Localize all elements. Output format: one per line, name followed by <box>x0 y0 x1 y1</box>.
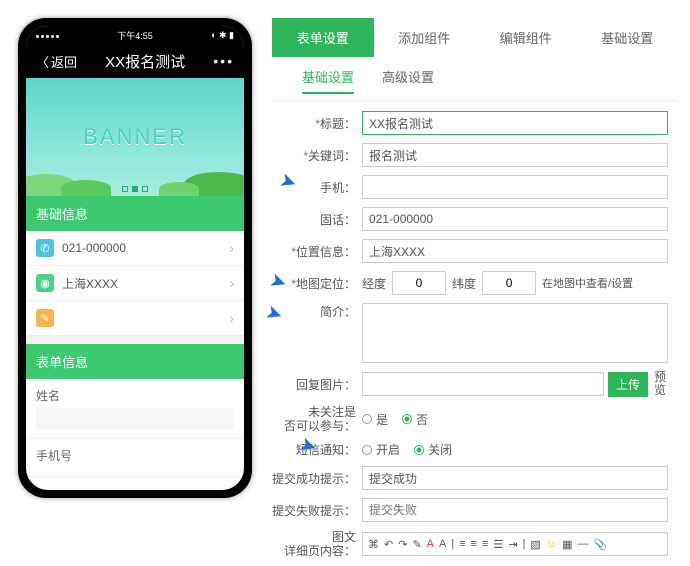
emoji-icon[interactable]: ☺ <box>546 538 557 550</box>
status-bar: 下午4:55 ◐ ✱ ▮ <box>26 26 244 44</box>
chevron-left-icon: 〈 <box>36 52 49 71</box>
longitude-input[interactable] <box>392 271 446 295</box>
banner[interactable]: BANNER <box>26 78 244 196</box>
reply-image-input[interactable] <box>362 372 604 396</box>
pencil-icon: ✎ <box>36 309 54 327</box>
attach-icon[interactable]: 📎 <box>593 538 607 551</box>
settings-panel: 表单设置 添加组件 编辑组件 基础设置 基础设置 高级设置 ➤ ➤ ➤ ➤ *标… <box>272 18 678 566</box>
chevron-right-icon: › <box>229 310 234 326</box>
mobile-input[interactable] <box>362 175 668 199</box>
redo-icon[interactable]: ↷ <box>398 538 407 551</box>
radio-sms-on[interactable]: 开启 <box>362 441 400 458</box>
nav-bar: 〈返回 XX报名测试 ••• <box>26 44 244 78</box>
keyword-input[interactable] <box>362 143 668 167</box>
subtab-advanced[interactable]: 高级设置 <box>382 67 434 94</box>
phone-frame: 下午4:55 ◐ ✱ ▮ 〈返回 XX报名测试 ••• BANNER 基础信息 … <box>18 18 252 498</box>
tab-add-component[interactable]: 添加组件 <box>374 18 476 57</box>
status-time: 下午4:55 <box>117 29 153 42</box>
info-row-phone[interactable]: ✆ 021-000000 › <box>26 231 244 266</box>
form-field-name: 姓名 <box>26 379 244 439</box>
info-row-edit[interactable]: ✎ › <box>26 301 244 336</box>
map-link[interactable]: 在地图中查看/设置 <box>542 275 633 291</box>
chevron-right-icon: › <box>229 240 234 256</box>
image-icon[interactable]: ▧ <box>530 538 540 551</box>
title-input[interactable] <box>362 111 668 135</box>
back-button[interactable]: 〈返回 <box>36 52 77 71</box>
font-color-icon[interactable]: A <box>427 538 434 550</box>
preview-link[interactable]: 预览 <box>654 371 668 397</box>
undo-icon[interactable]: ↶ <box>384 538 393 551</box>
pin-icon: ◉ <box>36 274 54 292</box>
format-icon[interactable]: ✎ <box>412 538 421 551</box>
font-size-icon[interactable]: A <box>439 538 446 550</box>
phone-screen: 下午4:55 ◐ ✱ ▮ 〈返回 XX报名测试 ••• BANNER 基础信息 … <box>26 26 244 490</box>
tel-input[interactable] <box>362 207 668 231</box>
form-field-mobile: 手机号 <box>26 439 244 477</box>
status-icons: ◐ ✱ ▮ <box>211 30 234 41</box>
chevron-right-icon: › <box>229 275 234 291</box>
banner-text: BANNER <box>83 124 187 150</box>
subtab-basic[interactable]: 基础设置 <box>302 67 354 94</box>
align-left-icon[interactable]: ≡ <box>459 538 465 550</box>
tab-basic-settings[interactable]: 基础设置 <box>577 18 679 57</box>
rich-text-toolbar[interactable]: ⌘ ↶ ↷ ✎ A A | ≡ ≡ ≡ ☰ ⇥ | ▧ ☺ ▦ — <box>362 532 668 556</box>
tab-edit-component[interactable]: 编辑组件 <box>475 18 577 57</box>
source-icon[interactable]: ⌘ <box>368 538 379 551</box>
carousel-dots <box>122 186 148 192</box>
align-center-icon[interactable]: ≡ <box>471 538 477 550</box>
main-tabs: 表单设置 添加组件 编辑组件 基础设置 <box>272 18 678 57</box>
info-row-location[interactable]: ◉ 上海XXXX › <box>26 266 244 301</box>
more-icon[interactable]: ••• <box>213 53 234 69</box>
upload-button[interactable]: 上传 <box>608 372 648 397</box>
intro-textarea[interactable] <box>362 303 668 363</box>
list-icon[interactable]: ☰ <box>493 538 503 551</box>
success-input[interactable] <box>362 466 668 490</box>
location-input[interactable] <box>362 239 668 263</box>
indent-icon[interactable]: ⇥ <box>508 538 517 551</box>
page-title: XX报名测试 <box>105 51 185 72</box>
align-right-icon[interactable]: ≡ <box>482 538 488 550</box>
name-input[interactable] <box>36 408 234 430</box>
fail-input[interactable] <box>362 498 668 522</box>
settings-form: ➤ ➤ ➤ ➤ *标题： *关键词： 手机： 固话： *位置信息： <box>272 101 678 558</box>
sub-tabs: 基础设置 高级设置 <box>272 57 678 101</box>
tab-form-settings[interactable]: 表单设置 <box>272 18 374 57</box>
latitude-input[interactable] <box>482 271 536 295</box>
link-icon[interactable]: — <box>577 538 588 550</box>
section-basic-info: 基础信息 <box>26 196 244 231</box>
radio-follow-no[interactable]: 否 <box>402 411 428 428</box>
radio-follow-yes[interactable]: 是 <box>362 411 388 428</box>
section-form-info: 表单信息 <box>26 344 244 379</box>
phone-icon: ✆ <box>36 239 54 257</box>
table-icon[interactable]: ▦ <box>562 538 572 551</box>
radio-sms-off[interactable]: 关闭 <box>414 441 452 458</box>
